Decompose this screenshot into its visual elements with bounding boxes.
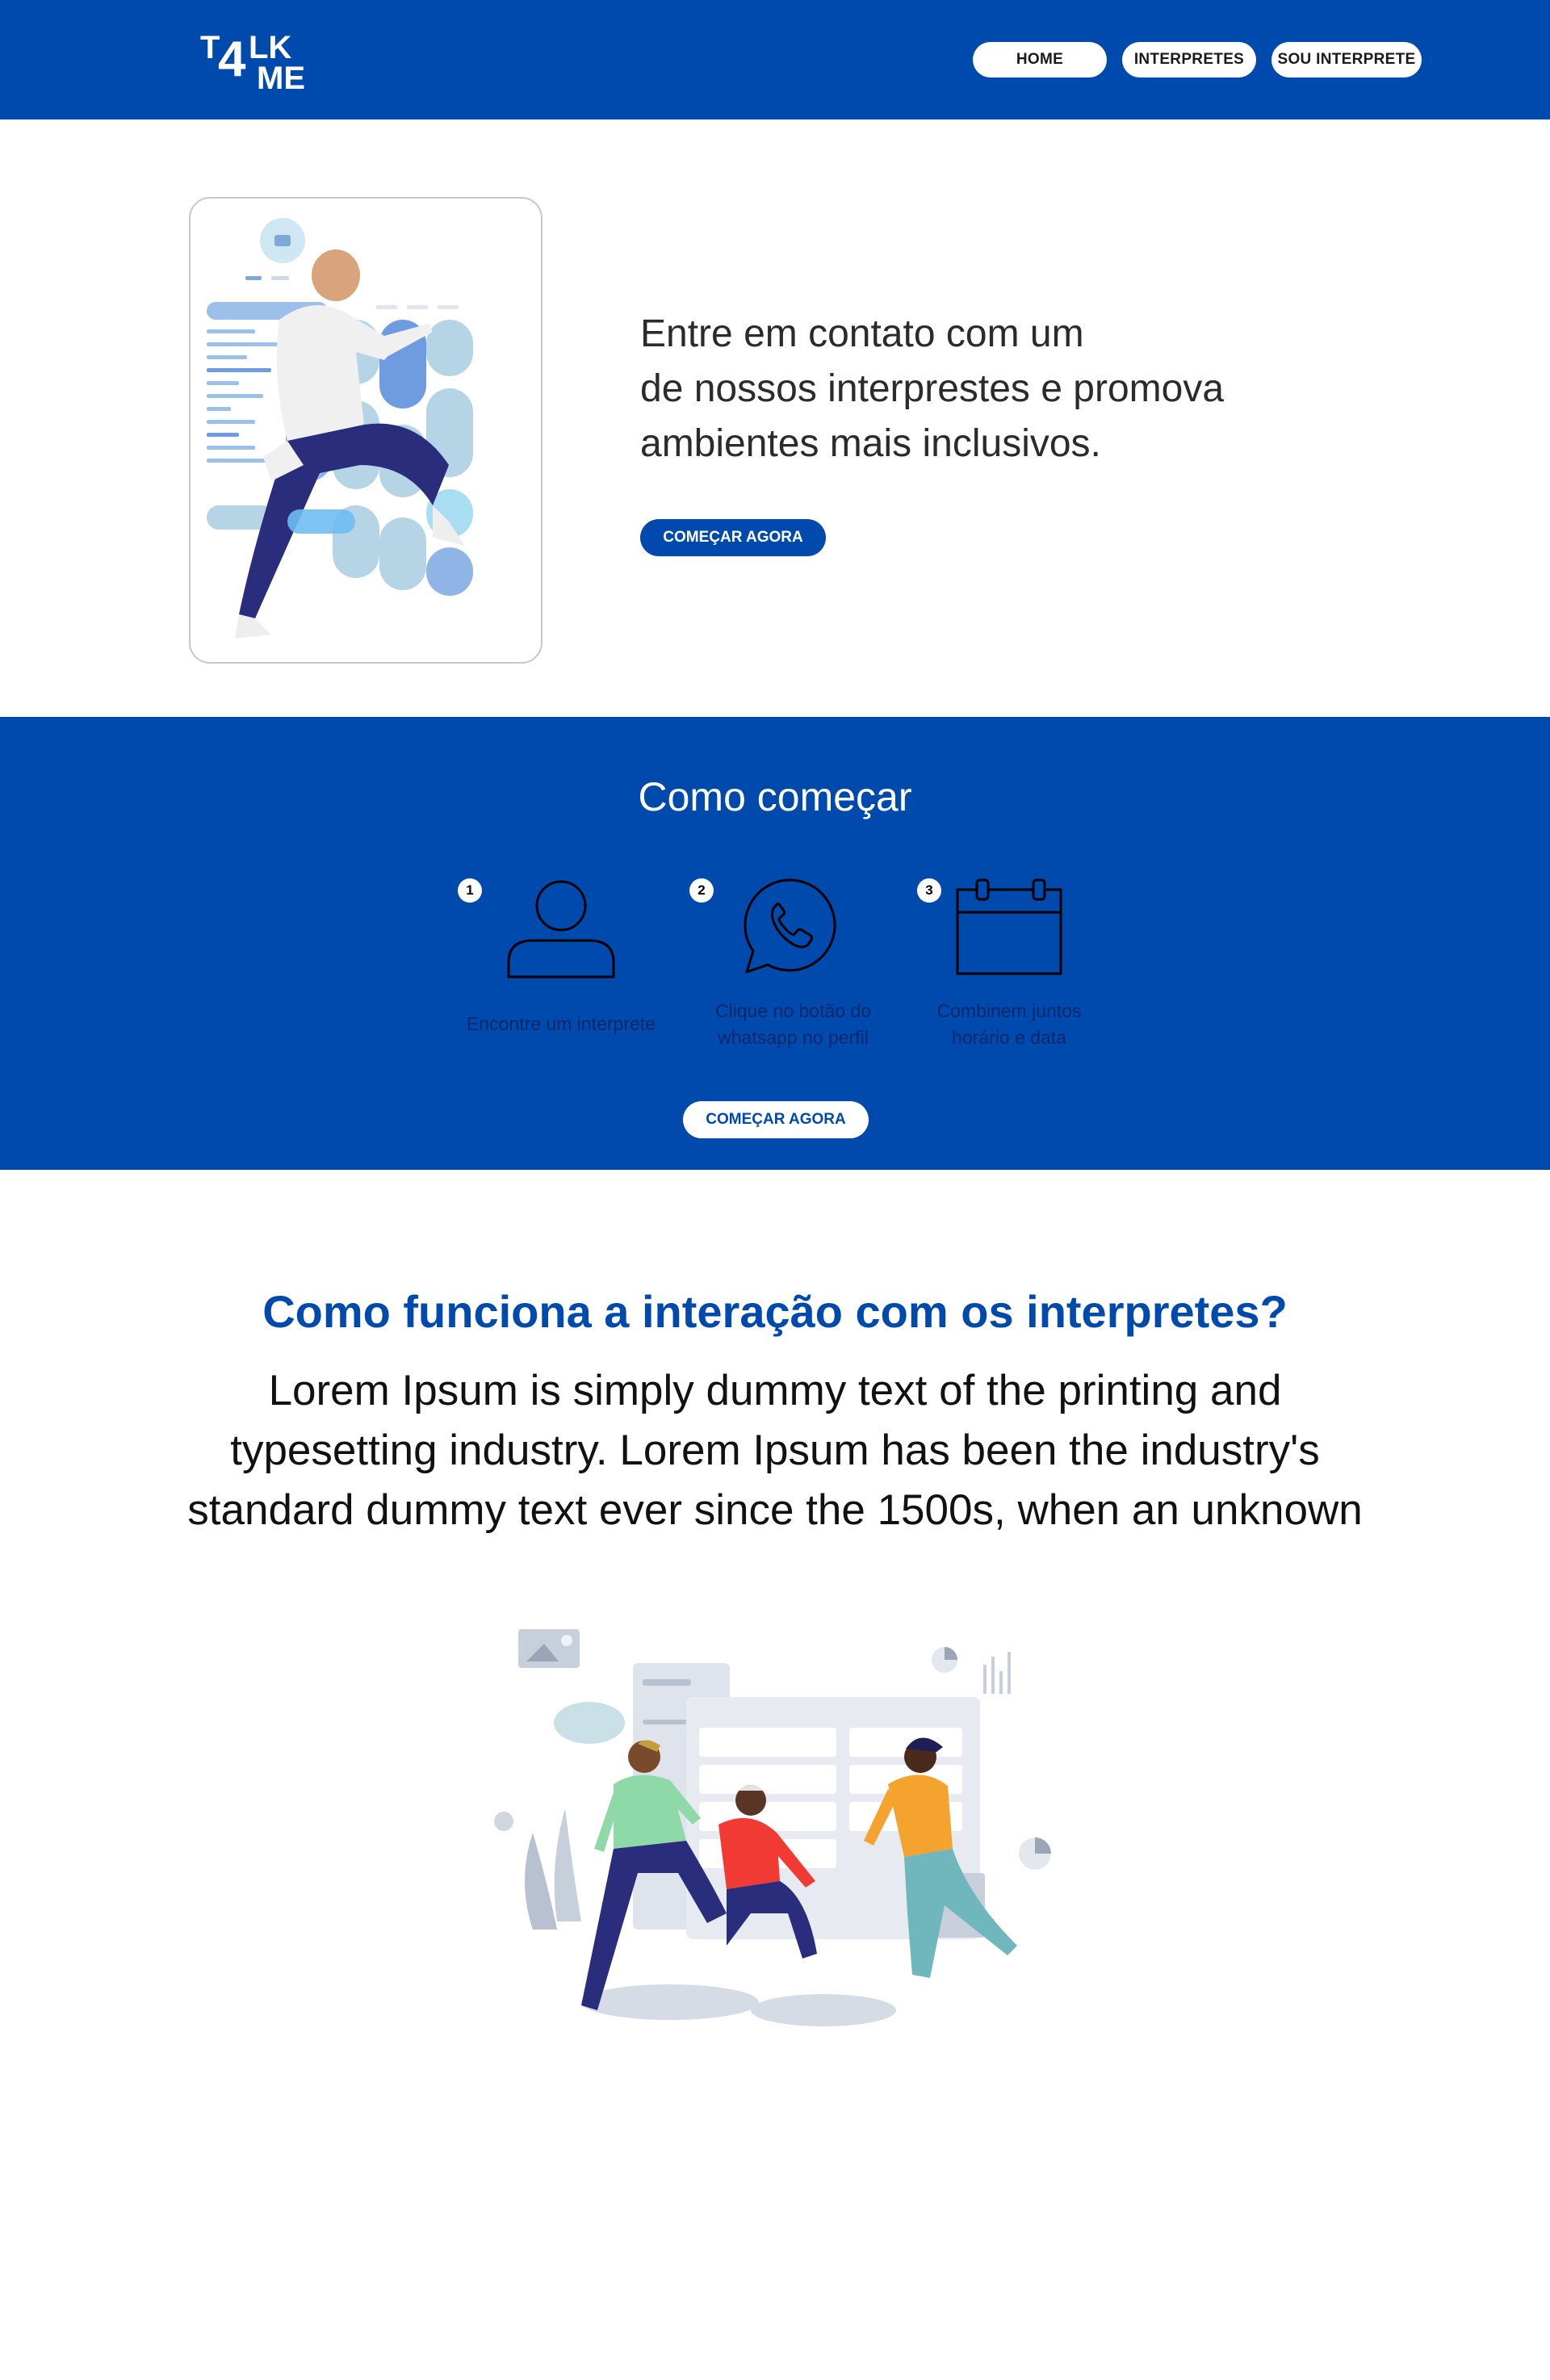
nav-interpretes-button[interactable]: INTERPRETES <box>1122 42 1256 78</box>
step-number-badge: 3 <box>917 878 941 903</box>
svg-text:T: T <box>200 30 220 65</box>
hero-headline-line: ambientes mais inclusivos. <box>640 422 1101 465</box>
step-2-label-line: whatsapp no perfil <box>718 1027 869 1048</box>
step-3-label-line: Combinem juntos <box>936 1000 1082 1021</box>
hero-headline-line: de nossos interprestes e promova <box>640 367 1225 410</box>
user-icon <box>501 872 622 985</box>
body-line: standard dummy text ever since the 1500s… <box>187 1486 1363 1534</box>
hero-illustration-card <box>189 197 542 664</box>
step-1-label: Encontre um interprete <box>467 1013 656 1034</box>
svg-text:4: 4 <box>218 31 246 87</box>
svg-text:ME: ME <box>257 61 305 96</box>
site-header: T 4 LK ME HOME INTERPRETES SOU INTERPRET… <box>0 0 1550 119</box>
step-2-label: Clique no botão do whatsapp no perfil <box>686 998 900 1051</box>
talk4me-logo[interactable]: T 4 LK ME <box>199 24 320 97</box>
step-3-label-line: horário e data <box>952 1027 1066 1048</box>
whatsapp-icon <box>739 874 844 983</box>
calendar-icon <box>953 877 1066 982</box>
how-to-start-title: Como começar <box>638 774 912 819</box>
step-number-badge: 2 <box>689 878 714 903</box>
step-3-label: Combinem juntos horário e data <box>904 998 1114 1051</box>
hero-start-button[interactable]: COMEÇAR AGORA <box>640 519 826 556</box>
body-line: Lorem Ipsum is simply dummy text of the … <box>268 1367 1282 1414</box>
nav-home-button[interactable]: HOME <box>973 42 1107 78</box>
hero-headline-line: Entre em contato com um <box>640 312 1084 355</box>
interaction-section-title: Como funciona a interação com os interpr… <box>262 1286 1288 1337</box>
nav-sou-interprete-button[interactable]: SOU INTERPRETE <box>1271 42 1422 78</box>
person-ui-illustration <box>207 218 473 639</box>
steps-start-button[interactable]: COMEÇAR AGORA <box>683 1101 869 1138</box>
step-number-badge: 1 <box>458 878 482 903</box>
interaction-section-body: Lorem Ipsum is simply dummy text of the … <box>145 1361 1405 1540</box>
team-illustration <box>484 1607 1066 2043</box>
hero-headline: Entre em contato com um de nossos interp… <box>640 307 1367 471</box>
step-2-label-line: Clique no botão do <box>714 1000 872 1021</box>
body-line: typesetting industry. Lorem Ipsum has be… <box>230 1427 1320 1474</box>
